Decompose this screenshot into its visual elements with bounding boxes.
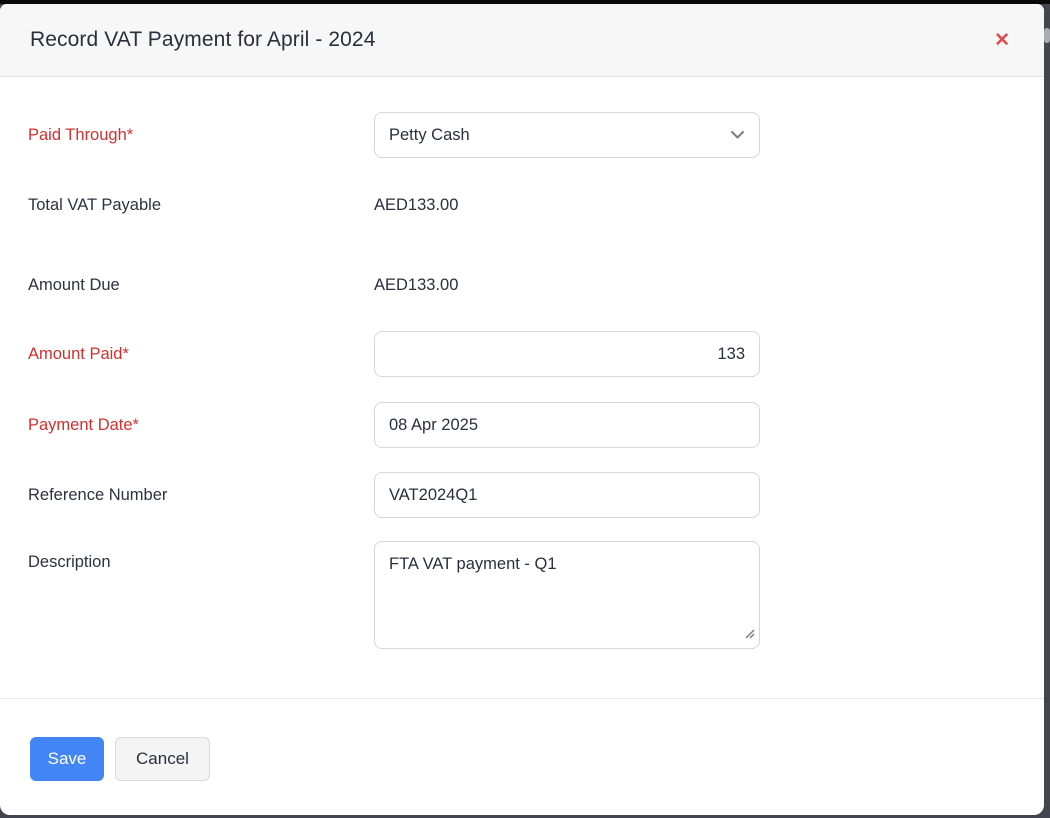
payment-date-input[interactable] <box>374 402 760 448</box>
page-top-bar <box>0 0 1050 4</box>
record-vat-payment-modal: Record VAT Payment for April - 2024 ✕ Pa… <box>0 4 1044 815</box>
amount-paid-row: Amount Paid* <box>0 331 1044 377</box>
reference-number-input[interactable] <box>374 472 760 518</box>
amount-due-row: Amount Due AED133.00 <box>0 275 1044 295</box>
modal-body: Paid Through* Petty Cash Total VAT Payab… <box>0 77 1044 815</box>
save-button[interactable]: Save <box>30 737 104 781</box>
paid-through-select[interactable]: Petty Cash <box>374 112 760 158</box>
total-vat-payable-label: Total VAT Payable <box>28 195 374 215</box>
reference-number-row: Reference Number <box>0 472 1044 518</box>
description-label: Description <box>28 541 374 649</box>
description-textarea[interactable]: FTA VAT payment - Q1 <box>374 541 760 649</box>
payment-date-row: Payment Date* <box>0 402 1044 448</box>
cancel-button[interactable]: Cancel <box>115 737 210 781</box>
scrollbar-thumb[interactable] <box>1044 28 1050 43</box>
paid-through-row: Paid Through* Petty Cash <box>0 112 1044 158</box>
description-row: Description FTA VAT payment - Q1 <box>0 541 1044 649</box>
payment-date-label: Payment Date* <box>28 402 374 448</box>
amount-paid-input[interactable] <box>374 331 760 377</box>
paid-through-selected-value: Petty Cash <box>389 126 470 145</box>
amount-paid-label: Amount Paid* <box>28 331 374 377</box>
amount-due-value: AED133.00 <box>374 275 760 295</box>
close-icon[interactable]: ✕ <box>990 27 1014 54</box>
total-vat-payable-row: Total VAT Payable AED133.00 <box>0 195 1044 215</box>
modal-header: Record VAT Payment for April - 2024 ✕ <box>0 4 1044 77</box>
reference-number-label: Reference Number <box>28 472 374 518</box>
modal-footer: Save Cancel <box>0 699 1044 781</box>
modal-title: Record VAT Payment for April - 2024 <box>30 28 376 52</box>
paid-through-label: Paid Through* <box>28 112 374 158</box>
amount-due-label: Amount Due <box>28 275 374 295</box>
total-vat-payable-value: AED133.00 <box>374 195 760 215</box>
chevron-down-icon <box>730 130 745 140</box>
